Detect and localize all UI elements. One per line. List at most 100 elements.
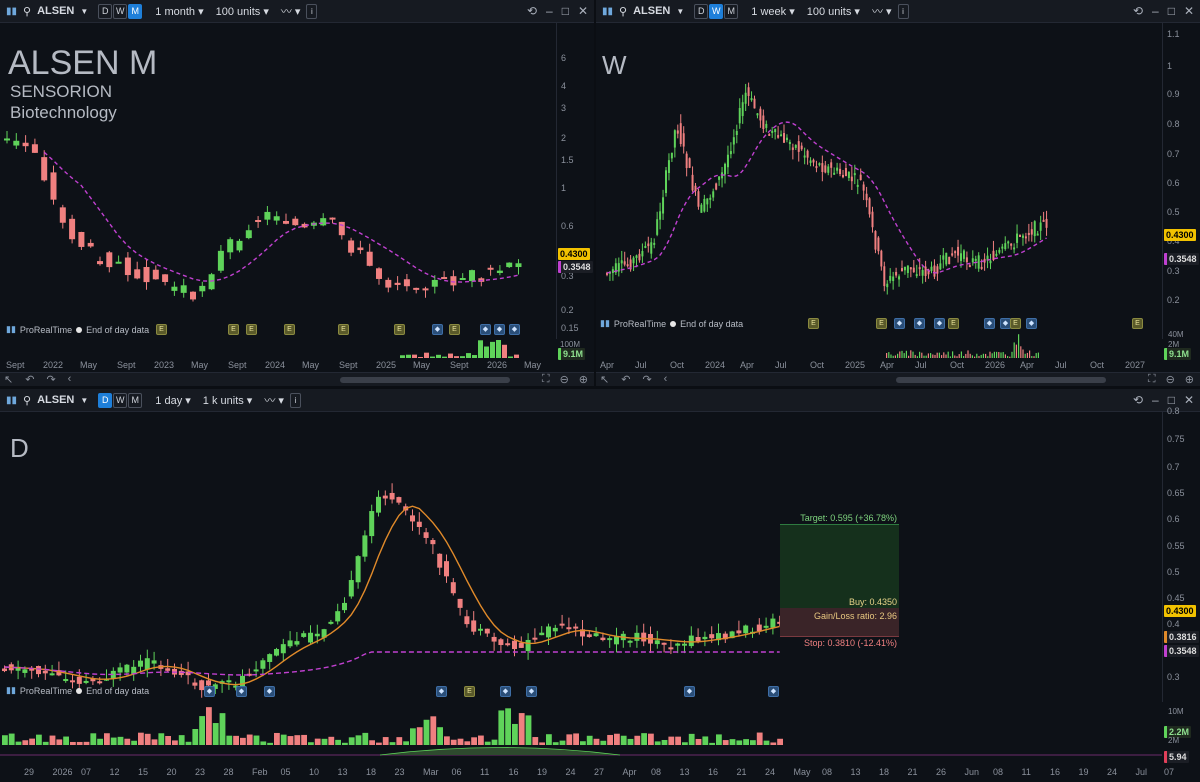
scroll-left-icon[interactable]: ‹: [68, 373, 72, 386]
earnings-event-icon[interactable]: E: [1010, 318, 1021, 329]
period-w-button[interactable]: W: [709, 3, 724, 19]
info-icon[interactable]: i: [897, 3, 909, 19]
close-icon[interactable]: ✕: [1184, 393, 1194, 407]
period-m-button[interactable]: M: [128, 392, 143, 408]
earnings-event-icon[interactable]: E: [246, 324, 257, 335]
earnings-event-icon[interactable]: E: [338, 324, 349, 335]
zoom-out-icon[interactable]: ⊖: [1166, 373, 1175, 386]
symbol-selector[interactable]: ALSEN: [37, 5, 74, 17]
earnings-event-icon[interactable]: E: [156, 324, 167, 335]
dividend-event-icon[interactable]: ◆: [436, 686, 447, 697]
candle: [171, 286, 178, 291]
info-icon[interactable]: i: [306, 3, 318, 19]
earnings-event-icon[interactable]: E: [808, 318, 819, 329]
chevron-down-icon[interactable]: ▼: [80, 396, 88, 405]
period-w-button[interactable]: W: [113, 392, 128, 408]
units-dropdown[interactable]: 100 units ▾: [807, 5, 860, 18]
daily-candlestick-chart[interactable]: [0, 412, 1162, 702]
dividend-event-icon[interactable]: ◆: [894, 318, 905, 329]
timeframe-dropdown[interactable]: 1 month ▾: [155, 5, 203, 18]
sync-icon[interactable]: ⟲: [527, 4, 537, 18]
redo-icon[interactable]: ↷: [642, 373, 651, 386]
info-icon[interactable]: i: [289, 392, 301, 408]
timeframe-dropdown[interactable]: 1 week ▾: [751, 5, 794, 18]
dividend-event-icon[interactable]: ◆: [526, 686, 537, 697]
maximize-icon[interactable]: □: [562, 4, 569, 18]
maximize-icon[interactable]: □: [1168, 4, 1175, 18]
earnings-event-icon[interactable]: E: [1132, 318, 1143, 329]
dividend-event-icon[interactable]: ◆: [236, 686, 247, 697]
sync-icon[interactable]: ⟲: [1133, 393, 1143, 407]
minimize-icon[interactable]: –: [546, 4, 553, 18]
earnings-event-icon[interactable]: E: [876, 318, 887, 329]
chevron-down-icon[interactable]: ▼: [80, 7, 88, 16]
close-icon[interactable]: ✕: [1184, 4, 1194, 18]
dividend-event-icon[interactable]: ◆: [768, 686, 779, 697]
close-icon[interactable]: ✕: [578, 4, 588, 18]
dividend-event-icon[interactable]: ◆: [264, 686, 275, 697]
period-m-button[interactable]: M: [128, 3, 143, 19]
earnings-event-icon[interactable]: E: [394, 324, 405, 335]
cursor-icon[interactable]: ↖: [4, 373, 13, 386]
link-icon[interactable]: ⚲: [23, 394, 31, 407]
symbol-selector[interactable]: ALSEN: [633, 5, 670, 17]
volume-bar: [22, 740, 29, 745]
dividend-event-icon[interactable]: ◆: [914, 318, 925, 329]
period-d-button[interactable]: D: [694, 3, 709, 19]
period-d-button[interactable]: D: [98, 392, 113, 408]
horizontal-scrollbar[interactable]: [340, 377, 510, 383]
earnings-event-icon[interactable]: E: [449, 324, 460, 335]
date-tick: Oct: [1090, 360, 1105, 370]
zoom-out-icon[interactable]: ⊖: [560, 373, 569, 386]
dividend-event-icon[interactable]: ◆: [1026, 318, 1037, 329]
candle: [190, 291, 196, 300]
dividend-event-icon[interactable]: ◆: [480, 324, 491, 335]
minimize-icon[interactable]: –: [1152, 393, 1159, 407]
chevron-down-icon[interactable]: ▼: [676, 7, 684, 16]
monthly-candlestick-chart[interactable]: [0, 23, 556, 339]
period-d-button[interactable]: D: [98, 3, 113, 19]
sync-icon[interactable]: ⟲: [1133, 4, 1143, 18]
link-icon[interactable]: ⚲: [619, 5, 627, 18]
maximize-icon[interactable]: □: [1168, 393, 1175, 407]
fit-icon[interactable]: ⛶: [542, 373, 550, 386]
dividend-event-icon[interactable]: ◆: [684, 686, 695, 697]
earnings-event-icon[interactable]: E: [948, 318, 959, 329]
units-dropdown[interactable]: 1 k units ▾: [203, 394, 253, 407]
chart-type-icon[interactable]: 〰 ▾: [264, 392, 284, 408]
period-m-button[interactable]: M: [724, 3, 739, 19]
dividend-event-icon[interactable]: ◆: [984, 318, 995, 329]
price-tick: 6: [561, 53, 567, 63]
dividend-event-icon[interactable]: ◆: [500, 686, 511, 697]
earnings-event-icon[interactable]: E: [228, 324, 239, 335]
dividend-event-icon[interactable]: ◆: [509, 324, 520, 335]
period-w-button[interactable]: W: [113, 3, 128, 19]
dividend-event-icon[interactable]: ◆: [432, 324, 443, 335]
candle: [662, 197, 665, 214]
candle: [255, 220, 262, 223]
symbol-selector[interactable]: ALSEN: [37, 394, 74, 406]
earnings-event-icon[interactable]: E: [284, 324, 295, 335]
dividend-event-icon[interactable]: ◆: [934, 318, 945, 329]
minimize-icon[interactable]: –: [1152, 4, 1159, 18]
units-dropdown[interactable]: 100 units ▾: [216, 5, 269, 18]
candle: [464, 616, 470, 625]
weekly-candlestick-chart[interactable]: [596, 23, 1162, 339]
chart-type-icon[interactable]: 〰 ▾: [872, 3, 892, 19]
chart-type-icon[interactable]: 〰 ▾: [281, 3, 301, 19]
redo-icon[interactable]: ↷: [46, 373, 55, 386]
cursor-icon[interactable]: ↖: [600, 373, 609, 386]
earnings-event-icon[interactable]: E: [464, 686, 475, 697]
zoom-in-icon[interactable]: ⊕: [579, 373, 588, 386]
dividend-event-icon[interactable]: ◆: [204, 686, 215, 697]
scroll-left-icon[interactable]: ‹: [664, 373, 668, 386]
link-icon[interactable]: ⚲: [23, 5, 31, 18]
timeframe-dropdown[interactable]: 1 day ▾: [155, 394, 191, 407]
undo-icon[interactable]: ↶: [621, 373, 630, 386]
horizontal-scrollbar[interactable]: [896, 377, 1106, 383]
undo-icon[interactable]: ↶: [25, 373, 34, 386]
volume-bar: [722, 740, 729, 745]
fit-icon[interactable]: ⛶: [1148, 373, 1156, 386]
zoom-in-icon[interactable]: ⊕: [1185, 373, 1194, 386]
dividend-event-icon[interactable]: ◆: [494, 324, 505, 335]
